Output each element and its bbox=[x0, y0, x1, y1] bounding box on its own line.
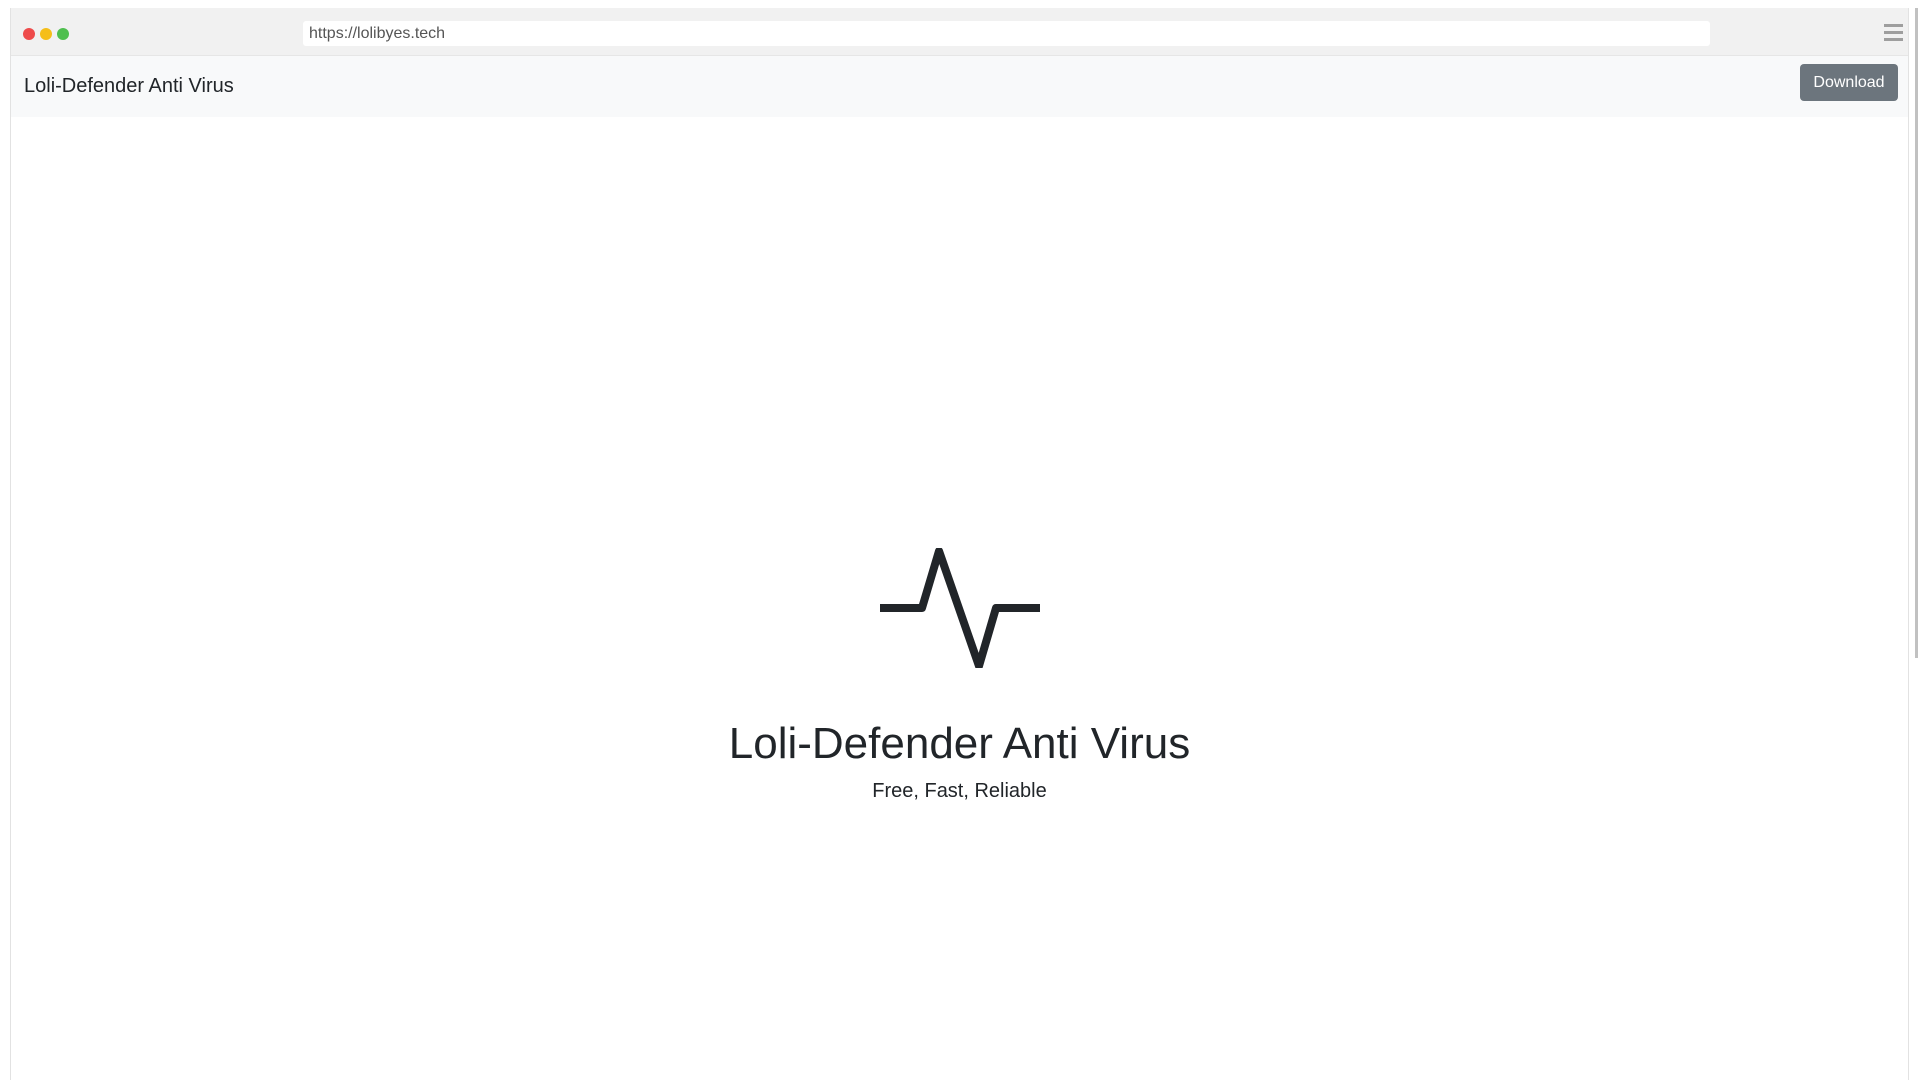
hero-title: Loli-Defender Anti Virus bbox=[728, 719, 1191, 768]
navbar-brand[interactable]: Loli-Defender Anti Virus bbox=[24, 72, 234, 100]
browser-window: https://lolibyes.tech Loli-Defender Anti… bbox=[10, 8, 1909, 1080]
page-scrollbar[interactable] bbox=[1915, 8, 1918, 658]
activity-pulse-icon bbox=[879, 548, 1040, 668]
browser-toolbar: https://lolibyes.tech bbox=[11, 8, 1908, 56]
minimize-window-button[interactable] bbox=[40, 28, 52, 40]
download-button[interactable]: Download bbox=[1800, 64, 1898, 101]
hero-section: Loli-Defender Anti Virus Free, Fast, Rel… bbox=[11, 548, 1908, 804]
maximize-window-button[interactable] bbox=[57, 28, 69, 40]
address-bar[interactable]: https://lolibyes.tech bbox=[303, 21, 1710, 46]
hamburger-menu-icon[interactable] bbox=[1884, 24, 1903, 41]
hero-subtitle: Free, Fast, Reliable bbox=[872, 780, 1047, 802]
close-window-button[interactable] bbox=[23, 28, 35, 40]
site-navbar: Loli-Defender Anti Virus Download bbox=[11, 56, 1908, 117]
